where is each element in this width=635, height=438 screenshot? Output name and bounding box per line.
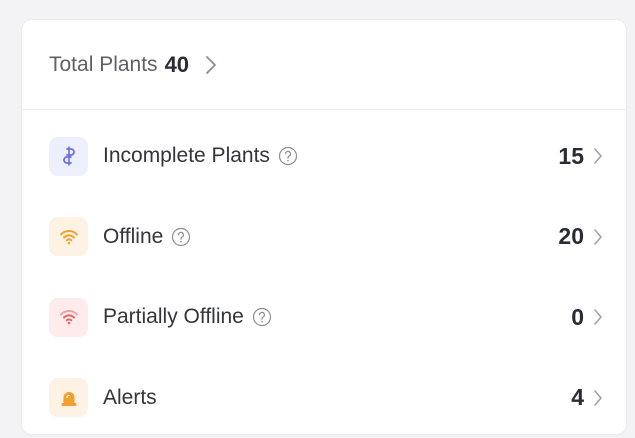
status-row-label: Incomplete Plants (103, 144, 270, 168)
plant-status-card: Total Plants 40 Incomplete Plants 15 Off… (22, 20, 626, 434)
help-circle-icon[interactable] (171, 227, 191, 247)
status-row-value: 20 (558, 223, 584, 250)
total-plants-count: 40 (164, 51, 190, 77)
status-row-label: Offline (103, 224, 164, 248)
plug-icon (49, 136, 88, 176)
status-row-alerts[interactable]: Alerts 4 (22, 358, 626, 435)
status-row-value: 4 (571, 384, 584, 411)
alarm-icon (49, 378, 88, 418)
status-row-incomplete-plants[interactable]: Incomplete Plants 15 (22, 116, 626, 197)
chevron-right-icon (594, 148, 602, 165)
status-list: Incomplete Plants 15 Offline 20 Partiall… (22, 110, 626, 434)
status-row-value: 15 (558, 142, 584, 169)
chevron-right-icon (206, 55, 216, 74)
status-row-label: Partially Offline (103, 305, 244, 329)
status-row-offline[interactable]: Offline 20 (22, 197, 626, 278)
chevron-right-icon (594, 228, 602, 245)
total-plants-link[interactable]: Total Plants 40 (22, 20, 626, 110)
help-circle-icon[interactable] (252, 307, 272, 327)
chevron-right-icon (594, 309, 602, 326)
status-row-label: Alerts (103, 385, 157, 409)
total-plants-label: Total Plants (49, 52, 158, 76)
status-row-value: 0 (571, 303, 584, 330)
chevron-right-icon (594, 389, 602, 406)
help-circle-icon[interactable] (278, 146, 298, 166)
wifi-icon (49, 217, 88, 257)
wifi-weak-icon (49, 297, 88, 337)
status-row-partially-offline[interactable]: Partially Offline 0 (22, 277, 626, 358)
